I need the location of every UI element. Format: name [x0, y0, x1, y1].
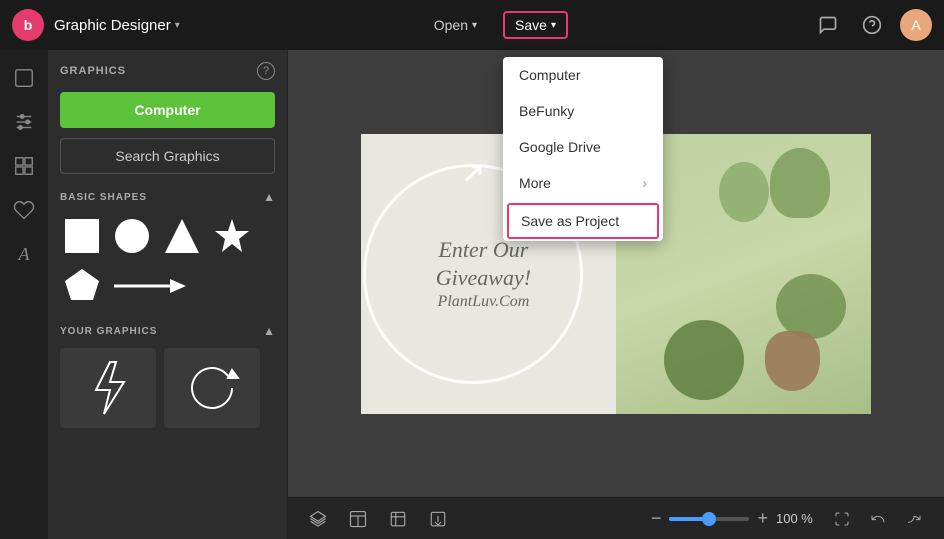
bottom-toolbar: − + 100 %: [288, 497, 944, 539]
save-googledrive-label: Google Drive: [519, 139, 601, 155]
export-btn[interactable]: [424, 505, 452, 533]
sidebar-icons: A: [0, 50, 48, 539]
chat-button[interactable]: [812, 9, 844, 41]
app-title-area: Graphic Designer ▾: [54, 17, 180, 34]
computer-upload-btn[interactable]: Computer: [60, 92, 275, 128]
zoom-out-btn[interactable]: −: [651, 508, 662, 529]
resize-btn[interactable]: [384, 505, 412, 533]
open-label: Open: [434, 17, 468, 33]
undo-btn[interactable]: [864, 505, 892, 533]
zoom-controls: − + 100 %: [651, 505, 928, 533]
save-computer-label: Computer: [519, 67, 580, 83]
panel-help-icon[interactable]: ?: [257, 62, 275, 80]
save-dropdown-wrapper: Save ▾ Computer BeFunky Google Drive Mor…: [503, 11, 568, 39]
shape-circle[interactable]: [110, 214, 154, 258]
save-label: Save: [515, 17, 547, 33]
logo: b: [12, 9, 44, 41]
panel-title: GRAPHICS: [60, 65, 126, 77]
save-as-project-label: Save as Project: [521, 213, 619, 229]
redo-btn[interactable]: [900, 505, 928, 533]
save-more-label: More: [519, 175, 551, 191]
user-avatar[interactable]: A: [900, 9, 932, 41]
basic-shapes-section-header: BASIC SHAPES ▲: [60, 190, 275, 204]
graphic-item-lightning[interactable]: [60, 348, 156, 428]
save-befunky-item[interactable]: BeFunky: [503, 93, 663, 129]
shape-star[interactable]: [210, 214, 254, 258]
app-header: b Graphic Designer ▾ Open ▾ Save ▾ Compu…: [0, 0, 944, 50]
layout-btn[interactable]: [344, 505, 372, 533]
sidebar-adjust-btn[interactable]: [4, 102, 44, 142]
shapes-grid: [60, 214, 275, 308]
save-befunky-label: BeFunky: [519, 103, 574, 119]
sidebar-layers-btn[interactable]: [4, 58, 44, 98]
fit-screen-btn[interactable]: [828, 505, 856, 533]
your-graphics-title: YOUR GRAPHICS: [60, 326, 157, 337]
save-computer-item[interactable]: Computer: [503, 57, 663, 93]
zoom-label: 100 %: [776, 511, 820, 526]
zoom-slider-thumb[interactable]: [702, 512, 716, 526]
help-button[interactable]: [856, 9, 888, 41]
basic-shapes-toggle[interactable]: ▲: [263, 190, 275, 204]
open-button[interactable]: Open ▾: [424, 13, 487, 37]
header-right: A: [812, 9, 932, 41]
your-graphics-section-header: YOUR GRAPHICS ▲: [60, 324, 275, 338]
shape-triangle[interactable]: [160, 214, 204, 258]
sidebar-grid-btn[interactable]: [4, 146, 44, 186]
canvas-line3: PlantLuv.Com: [438, 293, 530, 311]
app-title-text: Graphic Designer: [54, 17, 171, 34]
header-center: Open ▾ Save ▾ Computer BeFunky Google Dr…: [180, 11, 812, 39]
panel-header: GRAPHICS ?: [60, 62, 275, 80]
graphic-item-circle-arrow[interactable]: [164, 348, 260, 428]
your-graphics-toggle[interactable]: ▲: [263, 324, 275, 338]
save-more-item[interactable]: More ›: [503, 165, 663, 201]
shape-pentagon[interactable]: [60, 264, 104, 308]
graphics-panel: GRAPHICS ? Computer Search Graphics BASI…: [48, 50, 288, 539]
zoom-in-btn[interactable]: +: [757, 508, 768, 529]
computer-btn-label: Computer: [134, 102, 200, 118]
search-graphics-label: Search Graphics: [115, 148, 219, 164]
shape-square[interactable]: [60, 214, 104, 258]
shape-line[interactable]: [110, 264, 190, 308]
sidebar-heart-btn[interactable]: [4, 190, 44, 230]
save-more-arrow: ›: [642, 175, 647, 191]
open-arrow: ▾: [472, 20, 477, 31]
your-graphics-grid: [60, 348, 275, 428]
sidebar-text-btn[interactable]: A: [4, 234, 44, 274]
zoom-slider-track[interactable]: [669, 517, 749, 521]
layers-btn[interactable]: [304, 505, 332, 533]
save-googledrive-item[interactable]: Google Drive: [503, 129, 663, 165]
logo-text: b: [24, 17, 33, 33]
search-graphics-btn[interactable]: Search Graphics: [60, 138, 275, 174]
basic-shapes-title: BASIC SHAPES: [60, 192, 147, 203]
save-arrow: ▾: [551, 20, 556, 31]
canvas-line2: Giveaway!: [436, 265, 531, 291]
save-dropdown-menu: Computer BeFunky Google Drive More › Sav…: [503, 57, 663, 241]
main-area: A GRAPHICS ? Computer Search Graphics BA…: [0, 50, 944, 539]
save-as-project-item[interactable]: Save as Project: [507, 203, 659, 239]
save-button[interactable]: Save ▾: [503, 11, 568, 39]
user-initial: A: [911, 17, 920, 33]
